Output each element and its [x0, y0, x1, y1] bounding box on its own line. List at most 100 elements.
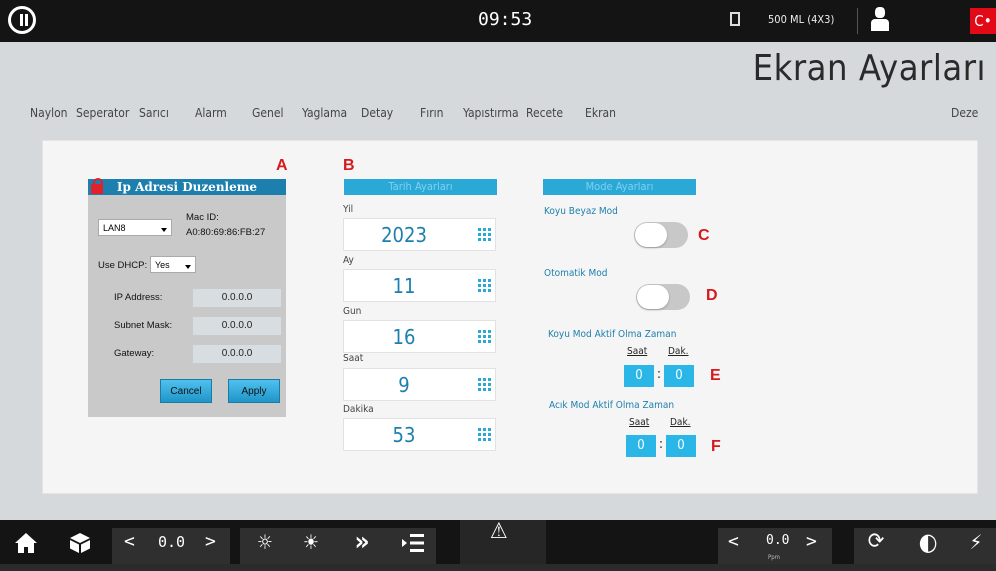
left-counter-value: 0.0 — [158, 533, 186, 551]
annotation-f: F — [711, 438, 721, 455]
light-dim-icon[interactable]: ☼ — [248, 520, 282, 564]
minute-field[interactable]: 53 — [343, 418, 496, 451]
apply-button[interactable]: Apply — [228, 379, 280, 403]
contrast-icon[interactable]: ◐ — [910, 520, 946, 564]
mac-label: Mac ID: — [186, 212, 219, 223]
power-pause-icon[interactable] — [8, 6, 36, 34]
tab-detay[interactable]: Detay — [361, 106, 393, 120]
tab-ekran[interactable]: Ekran — [577, 106, 626, 131]
dark-hour-label: Saat — [627, 346, 648, 357]
subnet-mask-label: Subnet Mask: — [114, 320, 173, 331]
annotation-d: D — [706, 287, 718, 304]
day-label: Gun — [343, 306, 362, 317]
light-minute-label: Dak. — [670, 417, 691, 428]
dialog-title: Ip Adresi Duzenleme — [88, 179, 286, 195]
hour-field[interactable]: 9 — [343, 368, 496, 401]
light-hour-label: Saat — [629, 417, 650, 428]
day-value: 16 — [392, 325, 416, 349]
divider — [857, 8, 858, 34]
user-icon[interactable] — [871, 7, 889, 33]
keypad-icon[interactable] — [478, 330, 493, 345]
annotation-c: C — [698, 227, 710, 244]
gateway-field[interactable]: 0.0.0.0 — [193, 345, 281, 363]
tab-genel[interactable]: Genel — [252, 106, 284, 120]
light-mode-time-label: Acık Mod Aktif Olma Zaman — [549, 400, 675, 411]
month-label: Ay — [343, 255, 354, 266]
time-separator: : — [659, 437, 663, 452]
left-increase-button[interactable]: > — [205, 531, 216, 552]
turkish-flag-icon[interactable]: C• — [970, 8, 996, 34]
mac-value: A0:80:69:86:FB:27 — [186, 227, 266, 238]
ip-address-field[interactable]: 0.0.0.0 — [193, 289, 281, 307]
annotation-b: B — [343, 157, 355, 174]
right-counter-value: 0.0 — [766, 533, 790, 548]
auto-mode-toggle[interactable] — [636, 284, 690, 310]
keypad-icon[interactable] — [478, 279, 493, 294]
tab-recete[interactable]: Recete — [526, 106, 563, 120]
dhcp-value: Yes — [155, 260, 170, 270]
dhcp-label: Use DHCP: — [98, 260, 148, 271]
light-hour-input[interactable]: 0 — [626, 435, 656, 457]
tab-yaglama[interactable]: Yaglama — [302, 106, 347, 120]
year-field[interactable]: 2023 — [343, 218, 496, 251]
dark-mode-time-label: Koyu Mod Aktif Olma Zaman — [548, 329, 677, 340]
light-minute-input[interactable]: 0 — [666, 435, 696, 457]
ip-address-label: IP Address: — [114, 292, 163, 303]
bottom-toolbar: < 0.0 > ☼ ☀ » ⚠ < 0.0 Ppm > ⟳ ◐ ⚡ — [0, 519, 996, 564]
toggle-knob — [635, 223, 667, 247]
year-label: Yil — [343, 204, 354, 215]
time-separator: : — [657, 367, 661, 382]
tab-deze[interactable]: Deze — [951, 106, 978, 120]
annotation-a: A — [276, 157, 288, 174]
day-field[interactable]: 16 — [343, 320, 496, 353]
page-title: Ekran Ayarları — [752, 48, 986, 89]
clock: 09:53 — [478, 9, 533, 30]
dark-hour-input[interactable]: 0 — [624, 365, 654, 387]
tab-naylon[interactable]: Naylon — [30, 106, 68, 120]
cup-icon — [730, 12, 740, 26]
keypad-icon[interactable] — [478, 378, 493, 393]
fast-forward-icon[interactable]: » — [342, 520, 382, 564]
page-header: Ekran Ayarları Naylon Seperator Sarıcı A… — [0, 42, 996, 131]
dark-minute-label: Dak. — [668, 346, 689, 357]
mode-settings-header: Mode Ayarları — [543, 179, 696, 195]
date-settings-header: Tarih Ayarları — [344, 179, 497, 195]
interface-select[interactable]: LAN8 — [98, 219, 172, 236]
right-increase-button[interactable]: > — [806, 531, 817, 552]
keypad-icon[interactable] — [478, 428, 493, 443]
right-decrease-button[interactable]: < — [728, 531, 739, 552]
home-icon[interactable] — [8, 520, 44, 571]
hour-value: 9 — [398, 373, 410, 397]
capacity-label: 500 ML (4X3) — [768, 13, 835, 26]
tab-sarici[interactable]: Sarıcı — [139, 106, 169, 120]
hour-label: Saat — [343, 353, 364, 364]
interface-value: LAN8 — [103, 223, 126, 233]
tab-yapistirma[interactable]: Yapıstırma — [463, 106, 519, 120]
dark-mode-toggle[interactable] — [634, 222, 688, 248]
tab-alarm[interactable]: Alarm — [195, 106, 227, 120]
dark-mode-label: Koyu Beyaz Mod — [544, 206, 618, 217]
right-counter-unit: Ppm — [768, 554, 780, 561]
tab-firin[interactable]: Fırın — [420, 106, 444, 120]
dhcp-select[interactable]: Yes — [150, 256, 196, 273]
electric-icon[interactable]: ⚡ — [958, 520, 994, 564]
package-icon[interactable] — [62, 520, 98, 571]
warning-icon: ⚠ — [490, 519, 508, 544]
dark-minute-input[interactable]: 0 — [664, 365, 694, 387]
keypad-icon[interactable] — [478, 228, 493, 243]
tab-seperator[interactable]: Seperator — [76, 106, 129, 120]
warning-button[interactable]: ⚠ — [460, 519, 546, 564]
month-field[interactable]: 11 — [343, 269, 496, 302]
minute-label: Dakika — [343, 404, 374, 415]
refresh-icon[interactable]: ⟳ — [858, 520, 894, 564]
year-value: 2023 — [381, 223, 427, 247]
light-bright-icon[interactable]: ☀ — [294, 520, 328, 564]
minute-value: 53 — [392, 423, 416, 447]
left-decrease-button[interactable]: < — [124, 531, 135, 552]
ip-address-dialog: Ip Adresi Duzenleme LAN8 Mac ID: A0:80:6… — [88, 178, 286, 417]
menu-collapse-icon[interactable] — [394, 520, 430, 569]
cancel-button[interactable]: Cancel — [160, 379, 212, 403]
subnet-mask-field[interactable]: 0.0.0.0 — [193, 317, 281, 335]
annotation-e: E — [710, 367, 721, 384]
auto-mode-label: Otomatik Mod — [544, 268, 608, 279]
